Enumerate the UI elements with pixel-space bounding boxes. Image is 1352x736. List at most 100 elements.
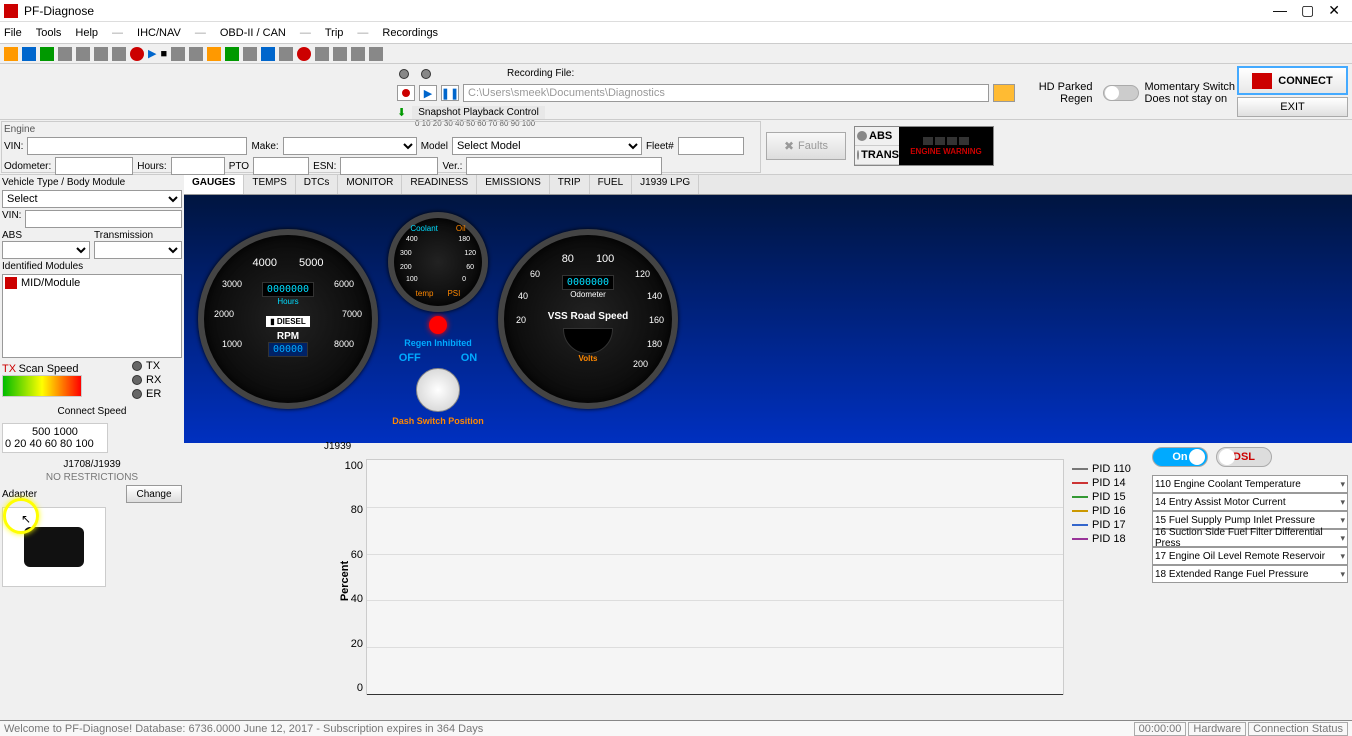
hours-input[interactable] — [171, 157, 225, 175]
esn-input[interactable] — [340, 157, 438, 175]
toolbar-icon[interactable] — [112, 47, 126, 61]
exit-button[interactable]: EXIT — [1237, 97, 1348, 117]
menu-help[interactable]: Help — [75, 27, 98, 39]
faults-button[interactable]: ✖ Faults — [766, 132, 846, 160]
toolbar-icon[interactable] — [333, 47, 347, 61]
snapshot-label: Snapshot Playback Control — [412, 106, 545, 119]
toolbar-icon[interactable] — [243, 47, 257, 61]
tab-emissions[interactable]: EMISSIONS — [477, 175, 550, 194]
legend-item: PID 110 — [1072, 463, 1144, 475]
modules-list[interactable]: MID/Module — [2, 274, 182, 358]
vehicle-type-select[interactable]: Select — [2, 190, 182, 208]
main-panel: GAUGES TEMPS DTCs MONITOR READINESS EMIS… — [184, 175, 1352, 719]
menu-file[interactable]: File — [4, 27, 22, 39]
tab-trip[interactable]: TRIP — [550, 175, 590, 194]
tab-dtcs[interactable]: DTCs — [296, 175, 339, 194]
pid-select[interactable]: 18 Extended Range Fuel Pressure — [1152, 565, 1348, 583]
chart-legend: PID 110PID 14PID 15PID 16PID 17PID 18 — [1068, 443, 1148, 719]
toolbar-icon[interactable] — [58, 47, 72, 61]
make-select[interactable] — [283, 137, 417, 155]
menu-recordings[interactable]: Recordings — [382, 27, 438, 39]
connect-button[interactable]: CONNECT — [1237, 66, 1348, 95]
vin-input[interactable] — [27, 137, 247, 155]
toolbar-icon[interactable] — [4, 47, 18, 61]
pid-selectors: On DSL 110 Engine Coolant Temperature14 … — [1148, 443, 1352, 719]
toolbar-icon[interactable] — [22, 47, 36, 61]
maximize-button[interactable]: ▢ — [1301, 2, 1314, 19]
toolbar-icon[interactable] — [94, 47, 108, 61]
menu-trip[interactable]: Trip — [325, 27, 344, 39]
close-button[interactable]: ✕ — [1328, 2, 1340, 19]
ver-input[interactable] — [466, 157, 662, 175]
tab-monitor[interactable]: MONITOR — [338, 175, 402, 194]
hours-counter: 0000000 — [262, 282, 314, 297]
scan-speed-gauge — [2, 375, 82, 397]
recording-path-input[interactable] — [463, 84, 989, 102]
menu-tools[interactable]: Tools — [36, 27, 62, 39]
toolbar-icon[interactable] — [315, 47, 329, 61]
sidebar-vin-input[interactable] — [25, 210, 182, 228]
tab-temps[interactable]: TEMPS — [244, 175, 295, 194]
toolbar-icon[interactable] — [189, 47, 203, 61]
engine-warning-label: ENGINE WARNING — [910, 147, 982, 156]
status-time: 00:00:00 — [1134, 722, 1187, 736]
rpm-readout: 00000 — [268, 342, 308, 357]
status-connection: Connection Status — [1248, 722, 1348, 736]
toolbar-icon[interactable] — [369, 47, 383, 61]
toolbar-icon[interactable] — [297, 47, 311, 61]
tab-j1939lpg[interactable]: J1939 LPG — [632, 175, 699, 194]
module-item[interactable]: MID/Module — [5, 277, 179, 289]
abs-select[interactable] — [2, 241, 90, 259]
change-button[interactable]: Change — [126, 485, 182, 503]
pto-input[interactable] — [253, 157, 309, 175]
tab-gauges[interactable]: GAUGES — [184, 175, 244, 194]
status-welcome: Welcome to PF-Diagnose! Database: 6736.0… — [4, 723, 483, 735]
play-button[interactable]: ▶ — [419, 85, 437, 101]
toolbar-icon[interactable] — [279, 47, 293, 61]
dsl-toggle[interactable]: DSL — [1216, 447, 1272, 467]
gauges-area: 40005000 3000 6000 2000 7000 1000 8000 0… — [184, 195, 1352, 443]
status-hardware: Hardware — [1188, 722, 1246, 736]
pid-select[interactable]: 16 Suction Side Fuel Filter Differential… — [1152, 529, 1348, 547]
tab-fuel[interactable]: FUEL — [590, 175, 633, 194]
odometer-input[interactable] — [55, 157, 133, 175]
pid-select[interactable]: 14 Entry Assist Motor Current — [1152, 493, 1348, 511]
pid-select[interactable]: 110 Engine Coolant Temperature — [1152, 475, 1348, 493]
toolbar-icon[interactable] — [76, 47, 90, 61]
record-icon[interactable] — [130, 47, 144, 61]
stop-icon[interactable]: ■ — [160, 48, 167, 60]
model-select[interactable]: Select Model — [452, 137, 642, 155]
toolbar-icon[interactable] — [261, 47, 275, 61]
regen-inhibited-label: Regen Inhibited — [404, 338, 472, 348]
menu-obd[interactable]: OBD-II / CAN — [220, 27, 286, 39]
menubar: File Tools Help — IHC/NAV — OBD-II / CAN… — [0, 22, 1352, 44]
connect-speed-slider[interactable]: 500 1000 0 20 40 60 80 100 — [2, 423, 108, 453]
menu-ihcnav[interactable]: IHC/NAV — [137, 27, 181, 39]
regen-label: HD ParkedRegen — [1039, 81, 1093, 105]
tabs: GAUGES TEMPS DTCs MONITOR READINESS EMIS… — [184, 175, 1352, 195]
rec-button[interactable] — [397, 85, 415, 101]
fleet-input[interactable] — [678, 137, 744, 155]
dash-switch-knob[interactable] — [416, 368, 460, 412]
folder-icon[interactable] — [993, 84, 1015, 102]
momentary-label: Momentary SwitchDoes not stay on — [1145, 81, 1235, 105]
toolbar-icon[interactable] — [225, 47, 239, 61]
app-title: PF-Diagnose — [24, 4, 1273, 18]
sidebar: Vehicle Type / Body Module Select VIN: A… — [0, 175, 184, 719]
pid-select[interactable]: 17 Engine Oil Level Remote Reservoir — [1152, 547, 1348, 565]
on-toggle[interactable]: On — [1152, 447, 1208, 467]
toolbar-icon[interactable] — [171, 47, 185, 61]
play-icon[interactable]: ▶ — [148, 47, 156, 60]
pause-button[interactable]: ❚❚ — [441, 85, 459, 101]
rpm-gauge: 40005000 3000 6000 2000 7000 1000 8000 0… — [198, 229, 378, 409]
trans-select[interactable] — [94, 241, 182, 259]
content: Vehicle Type / Body Module Select VIN: A… — [0, 175, 1352, 719]
toolbar-icon[interactable] — [207, 47, 221, 61]
minimize-button[interactable]: — — [1273, 2, 1287, 19]
tab-readiness[interactable]: READINESS — [402, 175, 477, 194]
toolbar: ▶ ■ — [0, 44, 1352, 64]
toolbar-icon[interactable] — [351, 47, 365, 61]
regen-toggle[interactable] — [1103, 85, 1139, 101]
rec-indicator — [421, 69, 431, 79]
toolbar-icon[interactable] — [40, 47, 54, 61]
